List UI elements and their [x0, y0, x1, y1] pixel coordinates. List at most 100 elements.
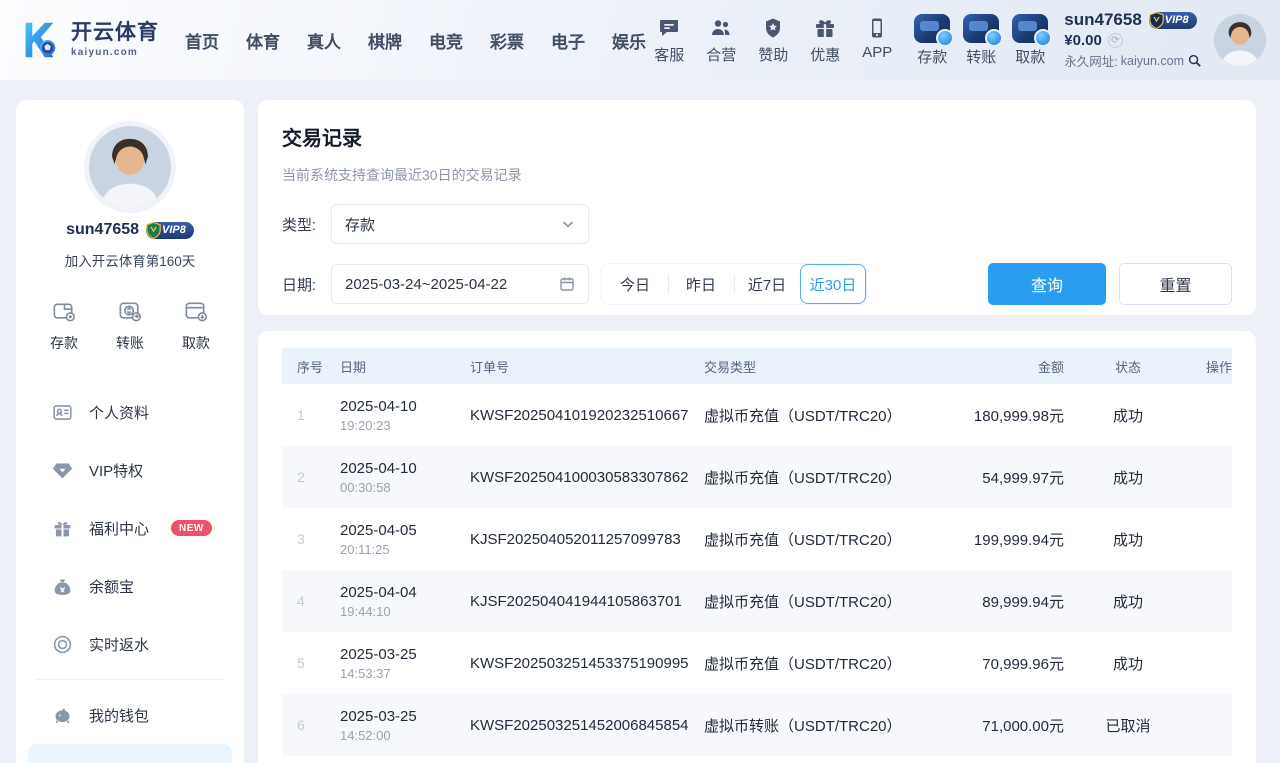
filter-panel: 交易记录 当前系统支持查询最近30日的交易记录 类型: 存款 日期: 2025-… [258, 100, 1256, 315]
promotions-button[interactable]: 优惠 [810, 16, 840, 65]
cell-order: KWSF202503251452006845854 [470, 694, 704, 756]
cell-type: 虚拟币充值（USDT/TRC20） [704, 384, 954, 446]
cell-date: 2025-03-2514:52:00 [340, 694, 470, 756]
type-label: 类型: [282, 214, 331, 235]
col-header-order: 订单号 [470, 348, 704, 384]
range-7days-button[interactable]: 近7日 [734, 264, 800, 304]
partnership-button[interactable]: 合营 [706, 16, 736, 65]
nav-esports[interactable]: 电竞 [429, 28, 463, 53]
top-bar: 开云体育 kaiyun.com 首页 体育 真人 棋牌 电竞 彩票 电子 娱乐 … [0, 0, 1280, 80]
nav-entertainment[interactable]: 娱乐 [612, 28, 646, 53]
cell-action [1192, 446, 1232, 508]
rebate-icon [52, 634, 73, 655]
date-quick-ranges: 今日 昨日 近7日 近30日 [601, 263, 867, 305]
cell-amount: 70,999.96元 [954, 632, 1064, 694]
cell-order: KWSF202504100030583307862 [470, 446, 704, 508]
nav-home[interactable]: 首页 [185, 28, 219, 53]
sidebar-item-profile[interactable]: 个人资料 [16, 383, 244, 441]
app-download-button[interactable]: APP [862, 16, 892, 65]
range-today-button[interactable]: 今日 [602, 264, 668, 304]
table-row: 3 2025-04-0520:11:25 KJSF202504052011257… [282, 508, 1232, 570]
table-row: 1 2025-04-1019:20:23 KWSF202504101920232… [282, 384, 1232, 446]
transfer-icon [117, 298, 144, 325]
piggy-icon [52, 705, 73, 726]
calendar-icon [559, 276, 575, 292]
search-button[interactable]: 查询 [988, 263, 1106, 305]
nav-live[interactable]: 真人 [307, 28, 341, 53]
sidebar-withdraw-button[interactable]: 取款 [182, 298, 210, 353]
gift-icon [52, 518, 73, 539]
cell-amount: 71,000.00元 [954, 694, 1064, 756]
customer-service-button[interactable]: 客服 [654, 16, 684, 65]
sidebar-item-rebate[interactable]: 实时返水 [16, 615, 244, 673]
profile-avatar [89, 126, 171, 208]
col-header-amount: 金额 [954, 348, 1064, 384]
nav-lottery[interactable]: 彩票 [490, 28, 524, 53]
cell-action [1192, 570, 1232, 632]
sponsor-button[interactable]: 赞助 [758, 16, 788, 65]
sidebar-transfer-button[interactable]: 转账 [116, 298, 144, 353]
sidebar-item-welfare[interactable]: 福利中心 NEW [16, 499, 244, 557]
withdraw-icon [183, 298, 210, 325]
withdraw-button[interactable]: 取款 [1012, 14, 1048, 67]
cell-action [1192, 694, 1232, 756]
cell-status: 成功 [1064, 570, 1192, 632]
nav-slots[interactable]: 电子 [551, 28, 585, 53]
cell-order: KJSF202504052011257099783 [470, 508, 704, 570]
col-header-index: 序号 [282, 348, 340, 384]
balance-amount: ¥0.00 [1064, 32, 1102, 49]
user-avatar[interactable] [1214, 14, 1266, 66]
badge-icon [761, 16, 785, 40]
refresh-balance-icon[interactable]: ⟳ [1108, 33, 1123, 48]
sidebar-item-wallet[interactable]: 我的钱包 [16, 686, 244, 744]
cell-date: 2025-04-0419:44:10 [340, 570, 470, 632]
table-row: 5 2025-03-2514:53:37 KWSF202503251453375… [282, 632, 1232, 694]
sidebar-item-transactions[interactable]: 交易记录 [28, 744, 232, 763]
vip-shield-icon [144, 221, 163, 240]
deposit-button[interactable]: 存款 [914, 14, 950, 67]
moneybag-icon [52, 576, 73, 597]
kaiyun-logo-icon [16, 17, 62, 63]
user-info: sun47658 VIP8 ¥0.00 ⟳ 永久网址: kaiyun.com [1064, 10, 1202, 70]
deposit-card-icon [914, 14, 950, 43]
sidebar-deposit-button[interactable]: 存款 [50, 298, 78, 353]
main-nav: 首页 体育 真人 棋牌 电竞 彩票 电子 娱乐 [185, 28, 646, 53]
cell-type: 虚拟币转账（USDT/TRC20） [704, 694, 954, 756]
search-icon[interactable] [1187, 53, 1202, 68]
vip-badge: VIP8 [1149, 12, 1197, 29]
cell-action [1192, 508, 1232, 570]
nav-chess[interactable]: 棋牌 [368, 28, 402, 53]
date-range-input[interactable]: 2025-03-24~2025-04-22 [331, 264, 589, 304]
gift-icon [813, 16, 837, 40]
nav-sports[interactable]: 体育 [246, 28, 280, 53]
new-badge: NEW [171, 520, 212, 536]
vip-shield-icon [1147, 11, 1166, 30]
sidebar-item-yuebao[interactable]: 余额宝 [16, 557, 244, 615]
range-yesterday-button[interactable]: 昨日 [668, 264, 734, 304]
sidebar-item-vip[interactable]: VIP特权 [16, 441, 244, 499]
cell-type: 虚拟币充值（USDT/TRC20） [704, 446, 954, 508]
reset-button[interactable]: 重置 [1119, 263, 1232, 305]
sidebar: sun47658 VIP8 加入开云体育第160天 存款 转账 取款 个人资料 … [16, 100, 244, 763]
membership-days: 加入开云体育第160天 [16, 250, 244, 270]
col-header-action: 操作 [1192, 348, 1232, 384]
cell-order: KWSF202503251453375190995 [470, 632, 704, 694]
sidebar-divider [36, 679, 224, 680]
col-header-date: 日期 [340, 348, 470, 384]
table-row: 2 2025-04-1000:30:58 KWSF202504100030583… [282, 446, 1232, 508]
type-select[interactable]: 存款 [331, 204, 589, 244]
transfer-button[interactable]: 转账 [963, 14, 999, 67]
sidebar-menu: 个人资料 VIP特权 福利中心 NEW 余额宝 实时返水 我的钱包 交易记录 [16, 383, 244, 763]
chat-icon [657, 16, 681, 40]
range-30days-button[interactable]: 近30日 [800, 264, 866, 304]
transfer-card-icon [963, 14, 999, 43]
cell-amount: 199,999.94元 [954, 508, 1064, 570]
table-row: 6 2025-03-2514:52:00 KWSF202503251452006… [282, 694, 1232, 756]
cell-date: 2025-04-1000:30:58 [340, 446, 470, 508]
table-header-row: 序号 日期 订单号 交易类型 金额 状态 操作 [282, 348, 1232, 384]
cell-type: 虚拟币充值（USDT/TRC20） [704, 570, 954, 632]
cell-order: KWSF202504101920232510667 [470, 384, 704, 446]
brand-logo[interactable]: 开云体育 kaiyun.com [16, 17, 159, 63]
col-header-type: 交易类型 [704, 348, 954, 384]
permanent-url-label: 永久网址: [1064, 51, 1117, 70]
